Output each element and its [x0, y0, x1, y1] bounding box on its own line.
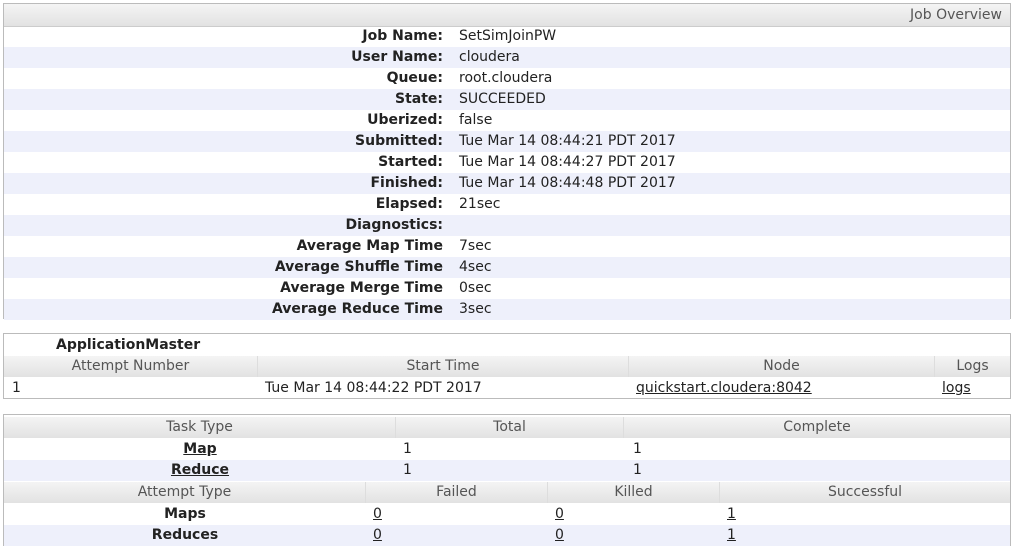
table-row: Reduces 0 0 1: [4, 525, 1010, 546]
overview-value: Tue Mar 14 08:44:48 PDT 2017: [459, 175, 676, 191]
overview-label: Finished:: [370, 175, 443, 191]
task-type-reduce-link[interactable]: Reduce: [4, 460, 396, 481]
attempt-header-row: Attempt Type Failed Killed Successful: [4, 482, 1010, 503]
table-row: Map 1 1: [4, 439, 1010, 460]
overview-row: Started: Tue Mar 14 08:44:27 PDT 2017: [4, 152, 1010, 173]
overview-row: Finished: Tue Mar 14 08:44:48 PDT 2017: [4, 173, 1010, 194]
col-total[interactable]: Total: [396, 417, 624, 438]
overview-value: SetSimJoinPW: [459, 28, 557, 44]
job-overview-title: Job Overview: [910, 7, 1002, 23]
col-node[interactable]: Node: [629, 356, 935, 377]
reduce-total: 1: [403, 462, 412, 478]
overview-value: root.cloudera: [459, 70, 553, 86]
overview-row: Average Reduce Time 3sec: [4, 299, 1010, 320]
task-header-row: Task Type Total Complete: [4, 417, 1010, 438]
task-type-map-link[interactable]: Map: [4, 439, 396, 460]
overview-value: Tue Mar 14 08:44:27 PDT 2017: [459, 154, 676, 170]
overview-row: Queue: root.cloudera: [4, 68, 1010, 89]
overview-row: Submitted: Tue Mar 14 08:44:21 PDT 2017: [4, 131, 1010, 152]
table-row: Maps 0 0 1: [4, 504, 1010, 525]
overview-value: cloudera: [459, 49, 520, 65]
col-start-time[interactable]: Start Time: [258, 356, 629, 377]
application-master-panel: ApplicationMaster Attempt Number Start T…: [3, 333, 1011, 399]
logs-link[interactable]: logs: [942, 378, 971, 399]
attempt-type-reduces: Reduces: [151, 527, 219, 543]
maps-successful-link[interactable]: 1: [727, 504, 736, 525]
col-attempt-type[interactable]: Attempt Type: [4, 482, 366, 503]
table-row: 1 Tue Mar 14 08:44:22 PDT 2017 quickstar…: [4, 378, 1010, 399]
maps-killed-link[interactable]: 0: [555, 504, 564, 525]
overview-row: State: SUCCEEDED: [4, 89, 1010, 110]
overview-label: Average Merge Time: [280, 280, 443, 296]
overview-row: Diagnostics:: [4, 215, 1010, 236]
overview-value: 21sec: [459, 196, 501, 212]
overview-row: Average Merge Time 0sec: [4, 278, 1010, 299]
map-total: 1: [403, 441, 412, 457]
overview-value: false: [459, 112, 493, 128]
overview-label: State:: [394, 91, 443, 107]
reduce-complete: 1: [633, 462, 642, 478]
application-master-header-row: Attempt Number Start Time Node Logs: [4, 356, 1010, 377]
overview-label: Elapsed:: [375, 196, 443, 212]
overview-row: Job Name: SetSimJoinPW: [4, 26, 1010, 47]
overview-label: Diagnostics:: [345, 217, 443, 233]
job-overview-panel: Job Overview Job Name: SetSimJoinPW User N…: [3, 3, 1011, 320]
overview-label: Average Reduce Time: [271, 301, 443, 317]
col-task-type[interactable]: Task Type: [4, 417, 396, 438]
overview-row: Average Map Time 7sec: [4, 236, 1010, 257]
reduces-failed-link[interactable]: 0: [373, 525, 382, 546]
job-overview-header: Job Overview: [4, 4, 1010, 27]
overview-value: Tue Mar 14 08:44:21 PDT 2017: [459, 133, 676, 149]
overview-label: Average Shuffle Time: [274, 259, 443, 275]
col-logs[interactable]: Logs: [935, 356, 1010, 377]
col-attempt-number[interactable]: Attempt Number: [4, 356, 258, 377]
overview-label: User Name:: [351, 49, 443, 65]
overview-value: 0sec: [459, 280, 492, 296]
col-failed[interactable]: Failed: [366, 482, 548, 503]
overview-value: SUCCEEDED: [459, 91, 546, 107]
attempt-type-maps: Maps: [164, 506, 206, 522]
table-row: Reduce 1 1: [4, 460, 1010, 481]
overview-row: Elapsed: 21sec: [4, 194, 1010, 215]
reduces-successful-link[interactable]: 1: [727, 525, 736, 546]
overview-row: User Name: cloudera: [4, 47, 1010, 68]
col-killed[interactable]: Killed: [548, 482, 720, 503]
attempt-start-time: Tue Mar 14 08:44:22 PDT 2017: [265, 380, 482, 396]
overview-label: Average Map Time: [296, 238, 443, 254]
col-successful[interactable]: Successful: [720, 482, 1010, 503]
overview-row: Average Shuffle Time 4sec: [4, 257, 1010, 278]
overview-value: 4sec: [459, 259, 492, 275]
overview-row: Uberized: false: [4, 110, 1010, 131]
overview-value: 7sec: [459, 238, 492, 254]
overview-label: Job Name:: [362, 28, 443, 44]
reduces-killed-link[interactable]: 0: [555, 525, 564, 546]
map-complete: 1: [633, 441, 642, 457]
maps-failed-link[interactable]: 0: [373, 504, 382, 525]
application-master-title: ApplicationMaster: [56, 337, 201, 353]
overview-value: 3sec: [459, 301, 492, 317]
node-link[interactable]: quickstart.cloudera:8042: [636, 378, 812, 399]
overview-label: Started:: [378, 154, 443, 170]
col-complete[interactable]: Complete: [624, 417, 1010, 438]
overview-label: Uberized:: [367, 112, 443, 128]
tasks-panel: Task Type Total Complete Map 1 1 Reduce …: [3, 414, 1011, 546]
overview-label: Queue:: [386, 70, 443, 86]
overview-label: Submitted:: [355, 133, 443, 149]
attempt-number: 1: [12, 380, 21, 396]
